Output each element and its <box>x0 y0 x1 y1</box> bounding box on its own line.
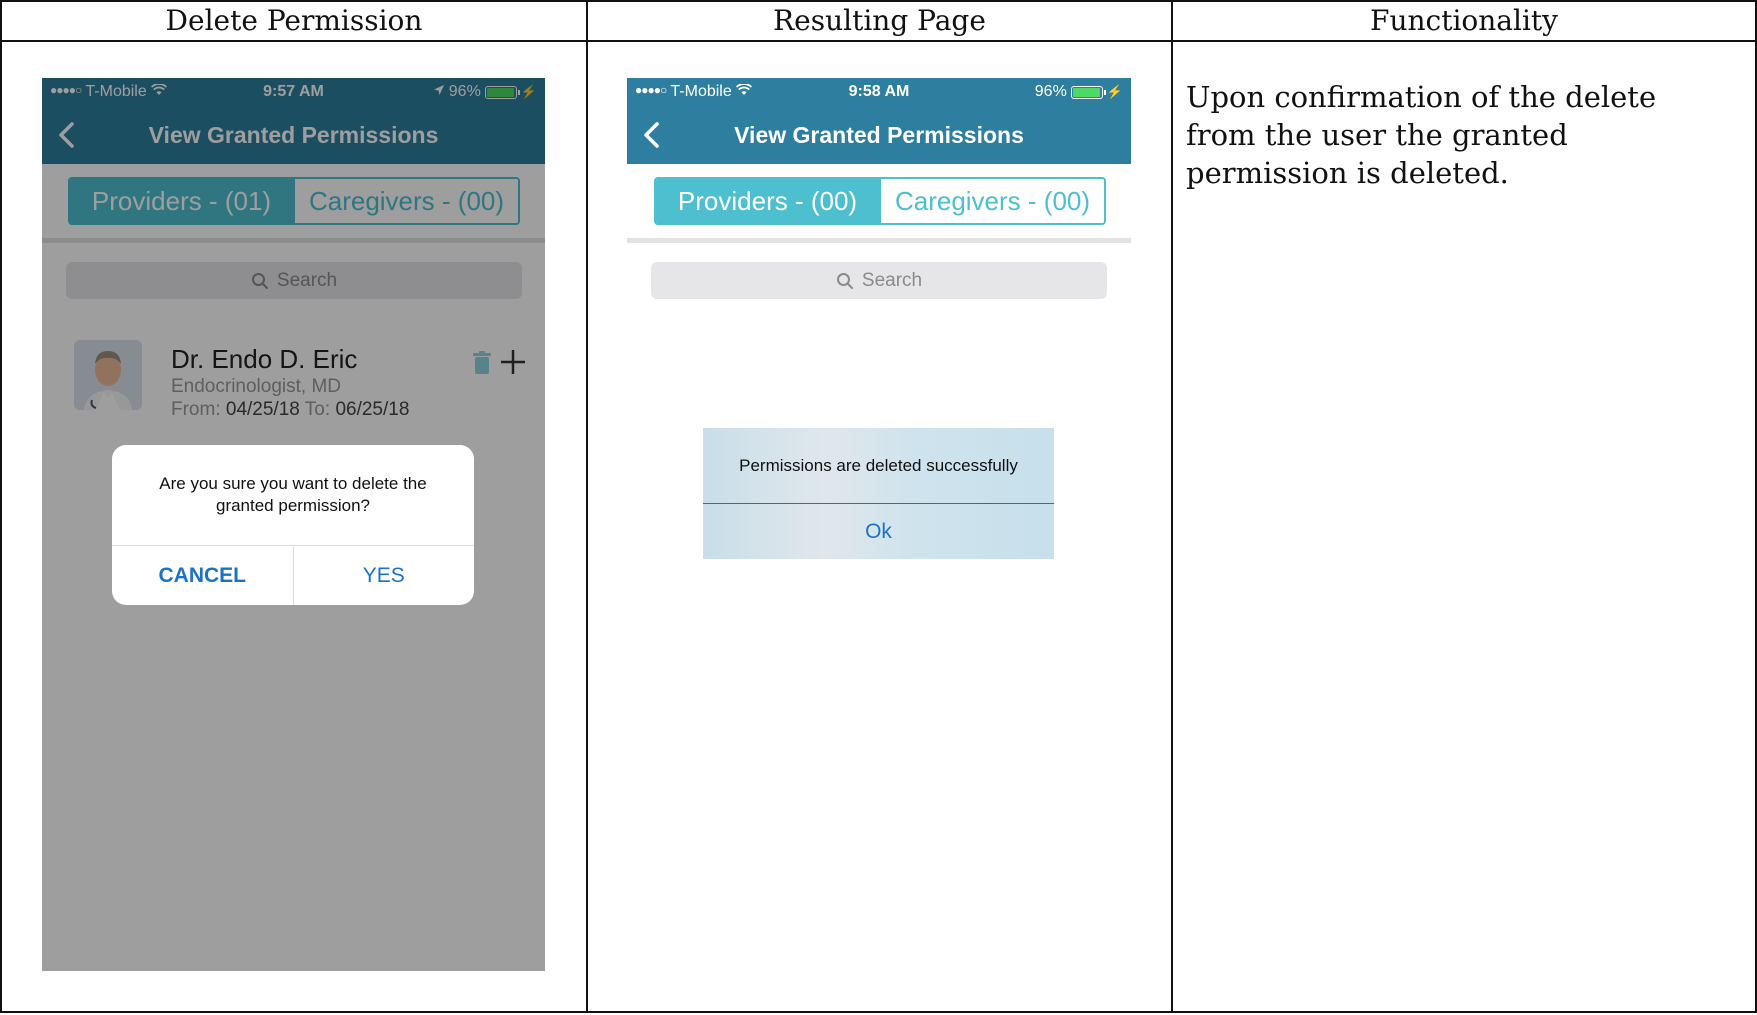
ok-button[interactable]: Ok <box>703 504 1054 559</box>
dialog-actions: CANCEL YES <box>112 545 474 605</box>
column-header-resulting-page: Resulting Page <box>773 4 986 37</box>
battery-icon <box>1070 85 1106 99</box>
column-header-delete-permission: Delete Permission <box>165 4 423 37</box>
battery-percent: 96% <box>1034 83 1067 100</box>
alert-message: Permissions are deleted successfully <box>739 456 1018 475</box>
header-row-divider <box>0 40 1757 42</box>
table-border-left <box>0 0 2 1013</box>
section-separator <box>627 238 1131 243</box>
permission-type-tabs: Providers - (00) Caregivers - (00) <box>654 177 1106 225</box>
table-border-bottom <box>0 1011 1757 1013</box>
column-divider-1 <box>586 0 588 1013</box>
search-icon <box>836 272 853 289</box>
delete-confirmation-dialog: Are you sure you want to delete the gran… <box>112 445 474 605</box>
functionality-description: Upon confirmation of the delete from the… <box>1186 80 1657 190</box>
status-right: 96% ⚡ <box>1035 83 1123 101</box>
cancel-button[interactable]: CANCEL <box>112 546 294 605</box>
yes-button[interactable]: YES <box>294 546 475 605</box>
tab-caregivers[interactable]: Caregivers - (00) <box>879 179 1104 223</box>
nav-bar: View Granted Permissions <box>627 106 1131 164</box>
status-bar: ●●●●○ T-Mobile 9:58 AM 96% ⚡ <box>627 78 1131 106</box>
charging-bolt-icon: ⚡ <box>1106 84 1123 99</box>
dialog-message: Are you sure you want to delete the gran… <box>159 474 427 515</box>
search-placeholder: Search <box>861 269 923 291</box>
resulting-page-screen: ●●●●○ T-Mobile 9:58 AM 96% ⚡ View Grante… <box>627 78 1131 971</box>
tab-providers[interactable]: Providers - (00) <box>656 179 879 223</box>
delete-permission-screen: ●●●●○ T-Mobile 9:57 AM 96% ⚡ View Grante… <box>42 78 545 971</box>
success-alert: Permissions are deleted successfully Ok <box>703 428 1054 559</box>
column-header-functionality: Functionality <box>1370 4 1558 37</box>
search-input[interactable]: Search <box>651 262 1107 299</box>
page-title: View Granted Permissions <box>734 122 1024 148</box>
column-divider-2 <box>1171 0 1173 1013</box>
